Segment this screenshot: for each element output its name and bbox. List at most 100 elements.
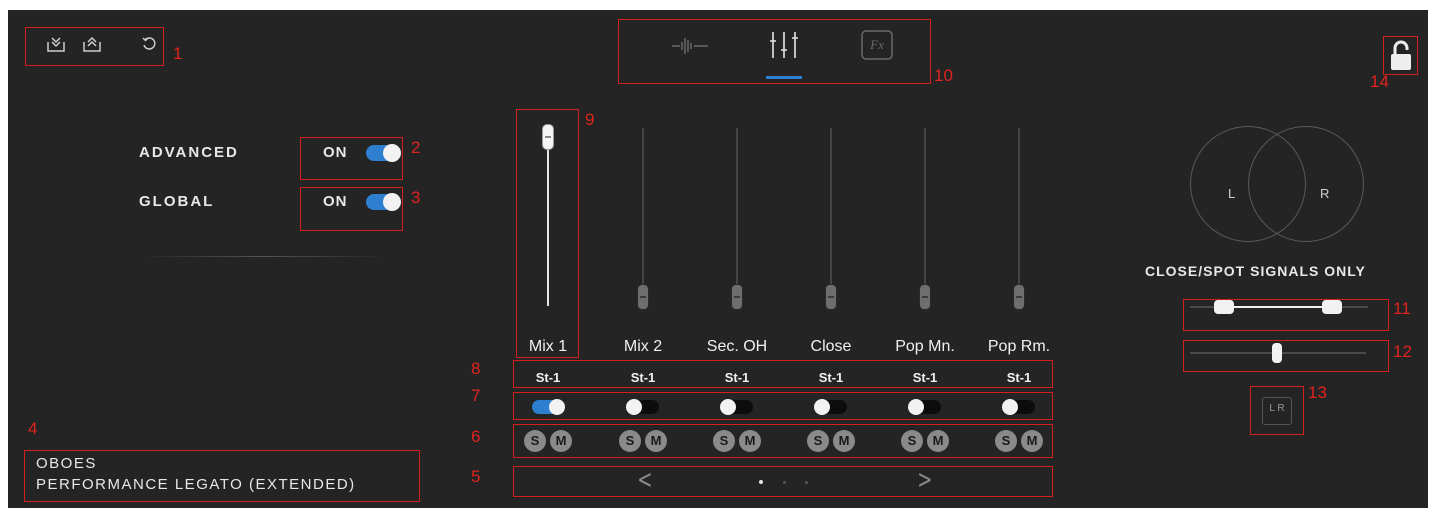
channel-name: Mix 1: [528, 338, 568, 355]
solo-button[interactable]: S: [619, 430, 641, 452]
solo-button[interactable]: S: [713, 430, 735, 452]
page-dot-1[interactable]: [759, 480, 763, 484]
plugin-panel: 1 10 Fx 14 ADVANCED 2 ON GLOBAL 3 ON 4 O…: [8, 10, 1428, 508]
global-label: GLOBAL: [139, 193, 215, 210]
annotation-number: 9: [585, 110, 595, 129]
channel-enable-toggle[interactable]: [1002, 399, 1035, 415]
annotation-box-8: [513, 360, 1053, 388]
annotation-number: 13: [1308, 383, 1327, 402]
toggle-knob: [549, 399, 565, 415]
annotation-number: 12: [1393, 342, 1412, 361]
solo-button[interactable]: S: [524, 430, 546, 452]
next-page-button[interactable]: >: [917, 465, 932, 495]
width-right-handle[interactable]: [1322, 300, 1342, 314]
toggle-knob: [383, 193, 401, 211]
stereo-left-label: L: [1228, 186, 1236, 201]
pan-handle[interactable]: [1272, 343, 1282, 363]
mute-button[interactable]: M: [645, 430, 667, 452]
advanced-state: ON: [323, 144, 348, 161]
output-route[interactable]: St-1: [989, 370, 1049, 385]
mute-button[interactable]: M: [927, 430, 949, 452]
fader-handle[interactable]: [731, 284, 743, 310]
stereo-right-circle: [1248, 126, 1364, 242]
channel-enable-toggle[interactable]: [532, 399, 565, 415]
stereo-right-label: R: [1320, 186, 1330, 201]
toggle-knob: [383, 144, 401, 162]
import-preset-icon[interactable]: [46, 34, 66, 54]
annotation-number: 7: [471, 386, 481, 405]
channel-name: Sec. OH: [706, 338, 768, 355]
width-range-fill: [1228, 306, 1328, 308]
output-route[interactable]: St-1: [801, 370, 861, 385]
annotation-box-7: [513, 392, 1053, 420]
annotation-box-6: [513, 424, 1053, 458]
annotation-number: 2: [411, 138, 421, 157]
fader-track[interactable]: [924, 128, 926, 306]
page-dot-3[interactable]: [805, 481, 808, 484]
output-route[interactable]: St-1: [895, 370, 955, 385]
waveform-icon[interactable]: [672, 34, 708, 58]
channel-enable-toggle[interactable]: [720, 399, 753, 415]
fader-handle[interactable]: [825, 284, 837, 310]
fader-track[interactable]: [736, 128, 738, 306]
advanced-label: ADVANCED: [139, 144, 239, 161]
articulation-name: PERFORMANCE LEGATO (EXTENDED): [36, 476, 356, 493]
channel-name: Close: [810, 338, 852, 355]
mute-button[interactable]: M: [550, 430, 572, 452]
solo-button[interactable]: S: [807, 430, 829, 452]
output-route[interactable]: St-1: [613, 370, 673, 385]
solo-button[interactable]: S: [995, 430, 1017, 452]
mute-button[interactable]: M: [1021, 430, 1043, 452]
fader-track[interactable]: [830, 128, 832, 306]
unlock-icon[interactable]: [1390, 40, 1412, 72]
annotation-box-12: [1183, 340, 1389, 372]
lr-swap-label: L R: [1269, 403, 1285, 414]
close-spot-heading: CLOSE/SPOT SIGNALS ONLY: [1145, 263, 1366, 279]
channel-name: Pop Mn.: [895, 338, 955, 355]
width-left-handle[interactable]: [1214, 300, 1234, 314]
divider: [138, 256, 388, 257]
annotation-number: 5: [471, 467, 481, 486]
annotation-number: 1: [173, 44, 183, 63]
fader-track[interactable]: [1018, 128, 1020, 306]
toggle-knob: [626, 399, 642, 415]
advanced-toggle[interactable]: [366, 144, 401, 162]
output-route[interactable]: St-1: [518, 370, 578, 385]
global-state: ON: [323, 193, 348, 210]
fader-handle[interactable]: [919, 284, 931, 310]
fader-track[interactable]: [642, 128, 644, 306]
mute-button[interactable]: M: [739, 430, 761, 452]
page-dot-2[interactable]: [783, 481, 786, 484]
export-preset-icon[interactable]: [82, 34, 102, 54]
annotation-number: 3: [411, 188, 421, 207]
channel-enable-toggle[interactable]: [908, 399, 941, 415]
fader-fill: [547, 138, 549, 306]
fader-handle[interactable]: [542, 124, 554, 150]
toggle-knob: [720, 399, 736, 415]
channel-enable-toggle[interactable]: [626, 399, 659, 415]
fader-handle[interactable]: [637, 284, 649, 310]
annotation-number: 4: [28, 419, 38, 438]
prev-page-button[interactable]: <: [637, 465, 652, 495]
annotation-number: 14: [1370, 72, 1389, 91]
annotation-number: 6: [471, 427, 481, 446]
channel-enable-toggle[interactable]: [814, 399, 847, 415]
channel-name: Pop Rm.: [987, 338, 1051, 355]
output-route[interactable]: St-1: [707, 370, 767, 385]
reset-icon[interactable]: [141, 36, 157, 52]
toggle-knob: [908, 399, 924, 415]
annotation-number: 8: [471, 359, 481, 378]
fader-handle[interactable]: [1013, 284, 1025, 310]
channel-name: Mix 2: [623, 338, 663, 355]
mixer-sliders-icon[interactable]: [768, 30, 800, 60]
solo-button[interactable]: S: [901, 430, 923, 452]
fx-label: Fx: [870, 37, 884, 52]
toggle-knob: [814, 399, 830, 415]
tab-active-indicator: [766, 76, 802, 79]
mute-button[interactable]: M: [833, 430, 855, 452]
annotation-number: 11: [1393, 299, 1411, 318]
toggle-knob: [1002, 399, 1018, 415]
instrument-name: OBOES: [36, 455, 97, 472]
annotation-number: 10: [934, 66, 953, 85]
global-toggle[interactable]: [366, 193, 401, 211]
